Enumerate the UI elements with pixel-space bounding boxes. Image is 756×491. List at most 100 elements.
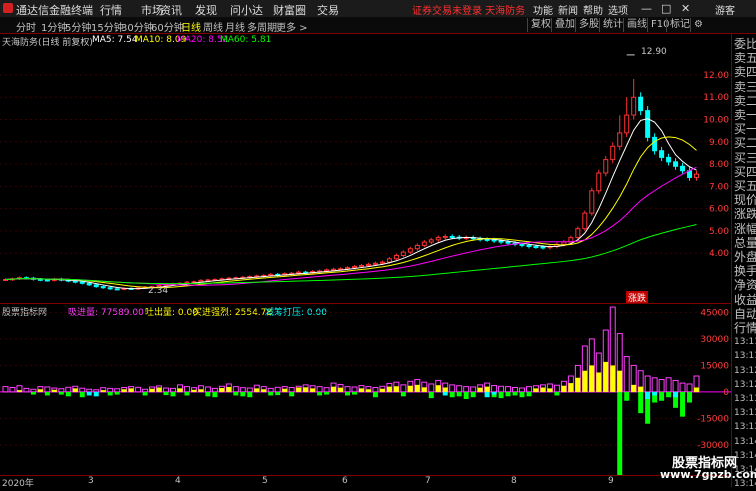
- suppress-bar: [484, 391, 490, 398]
- absorb-bar: [58, 388, 65, 393]
- candle-body: [694, 173, 700, 178]
- menu-function[interactable]: 功能: [533, 2, 553, 17]
- candle-body: [107, 287, 113, 290]
- menu-discover[interactable]: 发现: [195, 2, 217, 18]
- settings-icon[interactable]: ⚙: [690, 18, 706, 32]
- mark-button[interactable]: 标记: [666, 18, 693, 32]
- price-tick-label: 6.00: [709, 205, 729, 215]
- suppress-bar: [86, 391, 92, 396]
- strong-buy-bar: [226, 386, 232, 392]
- low-price-label: 2.34: [148, 286, 169, 296]
- absorb-bar: [79, 387, 86, 393]
- absorb-bar: [316, 386, 323, 393]
- tab-monthly[interactable]: 月线: [225, 19, 245, 34]
- multi-stock-button[interactable]: 多股: [575, 18, 602, 32]
- side-item-5: 卖一: [734, 108, 756, 122]
- indicator-tick-label: 0: [723, 388, 729, 398]
- strong-buy-bar: [533, 388, 539, 392]
- x-label-may: 5: [262, 476, 268, 486]
- candle-body: [491, 239, 497, 242]
- absorb-bar: [30, 388, 37, 393]
- candle-body: [400, 251, 406, 256]
- candle-body: [498, 240, 504, 243]
- candle-body: [268, 273, 274, 276]
- overlay-button[interactable]: 叠加: [551, 18, 578, 32]
- side-item-22: 13:11: [734, 351, 756, 362]
- candle-body: [631, 96, 637, 116]
- price-tick-label: 4.00: [709, 249, 729, 259]
- absorb-bar: [400, 384, 407, 393]
- candle-body: [331, 268, 337, 271]
- tab-weekly[interactable]: 周线: [203, 19, 223, 34]
- maximize-icon[interactable]: □: [661, 2, 671, 15]
- statistics-button[interactable]: 统计: [599, 18, 626, 32]
- side-item-28: 13:14: [734, 436, 756, 447]
- release-bar: [170, 391, 176, 397]
- menu-help[interactable]: 帮助: [583, 2, 603, 17]
- menu-trade[interactable]: 交易: [317, 2, 339, 18]
- release-bar: [233, 391, 239, 396]
- price-tick-label: 11.00: [703, 93, 729, 103]
- absorb-bar: [135, 386, 142, 393]
- tab-1min[interactable]: 1分钟: [41, 19, 67, 34]
- release-bar: [352, 391, 357, 395]
- candle-body: [393, 254, 399, 260]
- indicator-chart[interactable]: -30000 -15000 0 15000 30000 45000: [0, 300, 731, 475]
- strong-buy-bar: [547, 388, 553, 392]
- tab-15min[interactable]: 15分钟: [91, 19, 124, 34]
- strong-buy-bar: [198, 389, 204, 392]
- close-icon[interactable]: ✕: [681, 2, 690, 15]
- menu-options[interactable]: 选项: [608, 2, 628, 17]
- side-item-16: 换手: [734, 264, 756, 279]
- menu-wealth[interactable]: 财富圈: [273, 2, 306, 18]
- side-item-11: 现价: [734, 193, 756, 208]
- candle-body: [79, 281, 85, 284]
- side-item-27: 13:13: [734, 422, 756, 433]
- tab-multi-period[interactable]: 多周期: [247, 19, 277, 34]
- tab-more[interactable]: 更多 >: [276, 19, 308, 34]
- strong-buy-bar: [407, 385, 413, 392]
- absorb-bar: [142, 388, 149, 393]
- minimize-icon[interactable]: —: [641, 2, 652, 15]
- price-grid: [0, 74, 731, 254]
- price-y-axis: 4.00 5.00 6.00 7.00 8.00 9.00 10.00 11.00 12.00: [703, 71, 729, 259]
- tab-30min[interactable]: 30分钟: [121, 19, 154, 34]
- price-tick-label: 10.00: [703, 116, 729, 126]
- adjust-button[interactable]: 复权: [527, 18, 554, 32]
- menu-news[interactable]: 资讯: [160, 2, 182, 18]
- strong-buy-bar: [296, 387, 302, 392]
- candle-body: [93, 284, 99, 288]
- draw-line-button[interactable]: 画线: [623, 18, 650, 32]
- tab-60min[interactable]: 60分钟: [151, 19, 184, 34]
- candle-body: [205, 279, 211, 282]
- strong-buy-bar: [540, 387, 546, 392]
- strong-buy-bar: [617, 370, 623, 392]
- menu-news-right[interactable]: 新闻: [558, 2, 578, 17]
- absorb-bar: [267, 387, 274, 393]
- side-item-24: 13:12: [734, 379, 756, 390]
- price-chart[interactable]: 4.00 5.00 6.00 7.00 8.00 9.00 10.00 11.00 12.00: [0, 46, 731, 300]
- strong-buy-bar: [261, 389, 267, 392]
- candle-body: [365, 263, 371, 266]
- strong-buy-bar: [51, 389, 57, 392]
- indicator-tick-label: 45000: [700, 308, 729, 318]
- absorb-bar: [505, 386, 512, 393]
- tab-intraday[interactable]: 分时: [16, 19, 36, 34]
- candle-body: [379, 261, 385, 264]
- indicator-bars: [2, 306, 700, 475]
- tab-5min[interactable]: 5分钟: [65, 19, 91, 34]
- tab-daily[interactable]: 日线: [181, 19, 201, 34]
- strong-buy-bar: [379, 388, 385, 392]
- release-bar: [463, 391, 469, 399]
- strong-buy-bar: [694, 387, 699, 392]
- candle-body: [414, 244, 420, 250]
- side-item-17: 净资: [734, 278, 756, 293]
- menu-quotes[interactable]: 行情: [100, 2, 122, 18]
- menu-guest[interactable]: 游客: [715, 2, 735, 17]
- candle-body: [449, 236, 455, 238]
- login-warning: 证券交易未登录 天海防务: [412, 6, 526, 17]
- strong-buy-bar: [156, 387, 162, 392]
- absorb-bar: [23, 387, 30, 393]
- side-item-21: 13:11: [734, 337, 756, 348]
- menu-ask[interactable]: 问小达: [230, 2, 263, 18]
